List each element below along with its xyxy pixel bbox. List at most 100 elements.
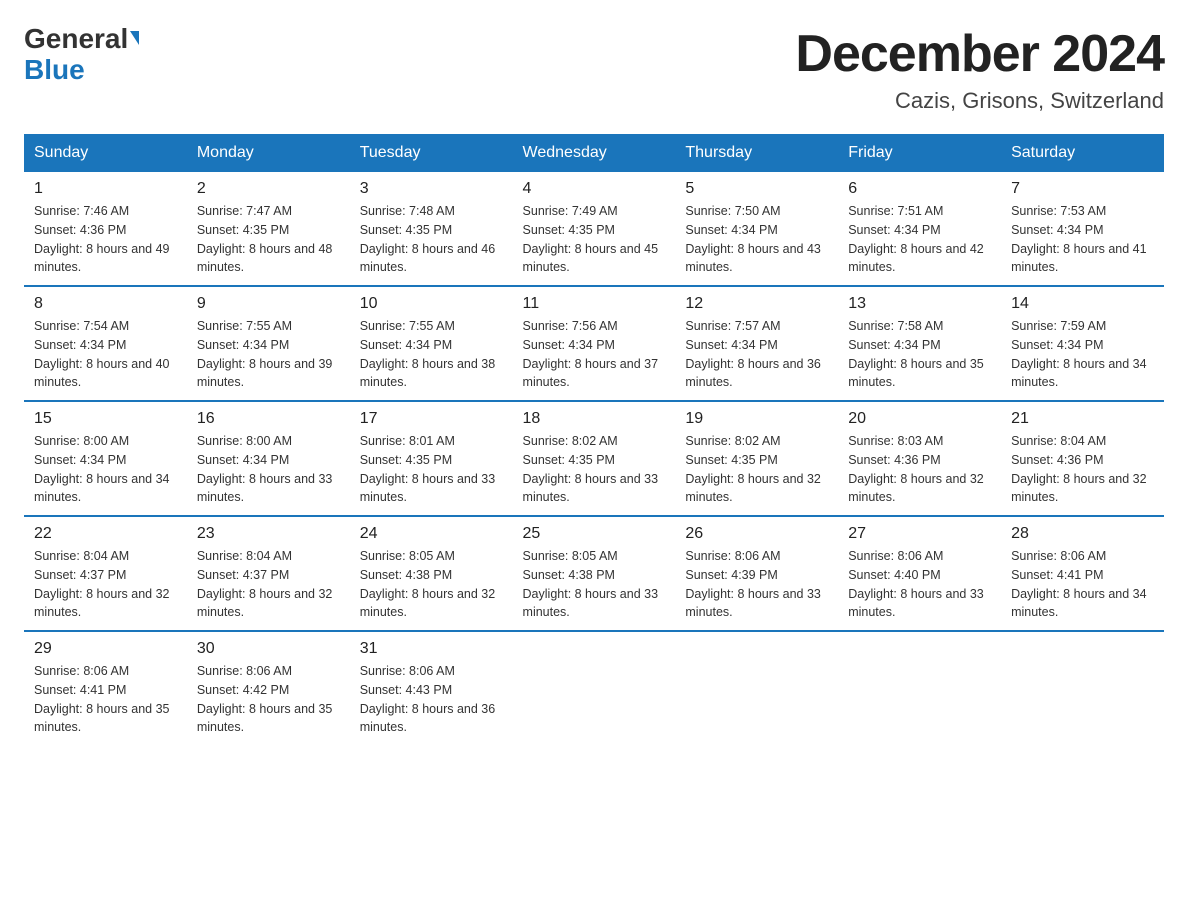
- day-info: Sunrise: 8:02 AMSunset: 4:35 PMDaylight:…: [523, 434, 659, 504]
- week-row-5: 29 Sunrise: 8:06 AMSunset: 4:41 PMDaylig…: [24, 631, 1164, 745]
- day-number: 14: [1011, 295, 1154, 313]
- day-number: 22: [34, 525, 177, 543]
- calendar-cell: [1001, 631, 1164, 745]
- day-info: Sunrise: 8:06 AMSunset: 4:43 PMDaylight:…: [360, 664, 496, 734]
- day-info: Sunrise: 8:05 AMSunset: 4:38 PMDaylight:…: [523, 549, 659, 619]
- day-number: 4: [523, 180, 666, 198]
- day-number: 24: [360, 525, 503, 543]
- day-number: 1: [34, 180, 177, 198]
- calendar-cell: 7 Sunrise: 7:53 AMSunset: 4:34 PMDayligh…: [1001, 172, 1164, 286]
- calendar-table: SundayMondayTuesdayWednesdayThursdayFrid…: [24, 134, 1164, 745]
- day-info: Sunrise: 7:57 AMSunset: 4:34 PMDaylight:…: [685, 319, 821, 389]
- month-year-title: December 2024: [795, 24, 1164, 84]
- calendar-cell: 15 Sunrise: 8:00 AMSunset: 4:34 PMDaylig…: [24, 401, 187, 516]
- day-number: 20: [848, 410, 991, 428]
- week-row-3: 15 Sunrise: 8:00 AMSunset: 4:34 PMDaylig…: [24, 401, 1164, 516]
- calendar-cell: 2 Sunrise: 7:47 AMSunset: 4:35 PMDayligh…: [187, 172, 350, 286]
- day-info: Sunrise: 7:49 AMSunset: 4:35 PMDaylight:…: [523, 204, 659, 274]
- calendar-cell: 21 Sunrise: 8:04 AMSunset: 4:36 PMDaylig…: [1001, 401, 1164, 516]
- header-day-tuesday: Tuesday: [350, 134, 513, 172]
- day-number: 31: [360, 640, 503, 658]
- calendar-cell: 29 Sunrise: 8:06 AMSunset: 4:41 PMDaylig…: [24, 631, 187, 745]
- header-day-saturday: Saturday: [1001, 134, 1164, 172]
- calendar-cell: 8 Sunrise: 7:54 AMSunset: 4:34 PMDayligh…: [24, 286, 187, 401]
- calendar-cell: 23 Sunrise: 8:04 AMSunset: 4:37 PMDaylig…: [187, 516, 350, 631]
- calendar-cell: 16 Sunrise: 8:00 AMSunset: 4:34 PMDaylig…: [187, 401, 350, 516]
- day-number: 9: [197, 295, 340, 313]
- day-info: Sunrise: 8:04 AMSunset: 4:37 PMDaylight:…: [34, 549, 170, 619]
- page-header: General Blue December 2024 Cazis, Grison…: [24, 24, 1164, 114]
- day-number: 3: [360, 180, 503, 198]
- calendar-cell: [675, 631, 838, 745]
- day-info: Sunrise: 8:05 AMSunset: 4:38 PMDaylight:…: [360, 549, 496, 619]
- header-day-monday: Monday: [187, 134, 350, 172]
- calendar-cell: 5 Sunrise: 7:50 AMSunset: 4:34 PMDayligh…: [675, 172, 838, 286]
- calendar-cell: 22 Sunrise: 8:04 AMSunset: 4:37 PMDaylig…: [24, 516, 187, 631]
- day-info: Sunrise: 7:55 AMSunset: 4:34 PMDaylight:…: [360, 319, 496, 389]
- day-number: 2: [197, 180, 340, 198]
- calendar-cell: 17 Sunrise: 8:01 AMSunset: 4:35 PMDaylig…: [350, 401, 513, 516]
- day-number: 26: [685, 525, 828, 543]
- calendar-cell: 4 Sunrise: 7:49 AMSunset: 4:35 PMDayligh…: [513, 172, 676, 286]
- calendar-cell: 6 Sunrise: 7:51 AMSunset: 4:34 PMDayligh…: [838, 172, 1001, 286]
- day-info: Sunrise: 8:03 AMSunset: 4:36 PMDaylight:…: [848, 434, 984, 504]
- calendar-body: 1 Sunrise: 7:46 AMSunset: 4:36 PMDayligh…: [24, 172, 1164, 745]
- logo-triangle-icon: [130, 31, 139, 45]
- calendar-cell: 11 Sunrise: 7:56 AMSunset: 4:34 PMDaylig…: [513, 286, 676, 401]
- location-text: Cazis, Grisons, Switzerland: [795, 88, 1164, 114]
- day-info: Sunrise: 8:04 AMSunset: 4:36 PMDaylight:…: [1011, 434, 1147, 504]
- day-info: Sunrise: 7:59 AMSunset: 4:34 PMDaylight:…: [1011, 319, 1147, 389]
- day-number: 30: [197, 640, 340, 658]
- day-info: Sunrise: 7:50 AMSunset: 4:34 PMDaylight:…: [685, 204, 821, 274]
- day-info: Sunrise: 8:06 AMSunset: 4:40 PMDaylight:…: [848, 549, 984, 619]
- calendar-cell: 14 Sunrise: 7:59 AMSunset: 4:34 PMDaylig…: [1001, 286, 1164, 401]
- day-number: 5: [685, 180, 828, 198]
- day-info: Sunrise: 8:06 AMSunset: 4:41 PMDaylight:…: [34, 664, 170, 734]
- calendar-cell: 1 Sunrise: 7:46 AMSunset: 4:36 PMDayligh…: [24, 172, 187, 286]
- week-row-1: 1 Sunrise: 7:46 AMSunset: 4:36 PMDayligh…: [24, 172, 1164, 286]
- calendar-header: SundayMondayTuesdayWednesdayThursdayFrid…: [24, 134, 1164, 172]
- calendar-cell: 20 Sunrise: 8:03 AMSunset: 4:36 PMDaylig…: [838, 401, 1001, 516]
- day-info: Sunrise: 8:06 AMSunset: 4:41 PMDaylight:…: [1011, 549, 1147, 619]
- logo-blue-text: Blue: [24, 54, 85, 85]
- day-info: Sunrise: 8:00 AMSunset: 4:34 PMDaylight:…: [197, 434, 333, 504]
- day-number: 21: [1011, 410, 1154, 428]
- day-info: Sunrise: 8:01 AMSunset: 4:35 PMDaylight:…: [360, 434, 496, 504]
- calendar-cell: 26 Sunrise: 8:06 AMSunset: 4:39 PMDaylig…: [675, 516, 838, 631]
- title-section: December 2024 Cazis, Grisons, Switzerlan…: [795, 24, 1164, 114]
- header-day-friday: Friday: [838, 134, 1001, 172]
- logo: General Blue: [24, 24, 139, 86]
- day-info: Sunrise: 8:06 AMSunset: 4:39 PMDaylight:…: [685, 549, 821, 619]
- day-number: 23: [197, 525, 340, 543]
- day-info: Sunrise: 7:56 AMSunset: 4:34 PMDaylight:…: [523, 319, 659, 389]
- day-info: Sunrise: 7:54 AMSunset: 4:34 PMDaylight:…: [34, 319, 170, 389]
- day-number: 16: [197, 410, 340, 428]
- calendar-cell: 18 Sunrise: 8:02 AMSunset: 4:35 PMDaylig…: [513, 401, 676, 516]
- day-number: 27: [848, 525, 991, 543]
- day-info: Sunrise: 8:02 AMSunset: 4:35 PMDaylight:…: [685, 434, 821, 504]
- calendar-cell: [513, 631, 676, 745]
- day-info: Sunrise: 7:46 AMSunset: 4:36 PMDaylight:…: [34, 204, 170, 274]
- day-number: 6: [848, 180, 991, 198]
- day-number: 15: [34, 410, 177, 428]
- calendar-cell: 12 Sunrise: 7:57 AMSunset: 4:34 PMDaylig…: [675, 286, 838, 401]
- day-info: Sunrise: 7:55 AMSunset: 4:34 PMDaylight:…: [197, 319, 333, 389]
- day-number: 10: [360, 295, 503, 313]
- week-row-4: 22 Sunrise: 8:04 AMSunset: 4:37 PMDaylig…: [24, 516, 1164, 631]
- day-number: 25: [523, 525, 666, 543]
- calendar-cell: 25 Sunrise: 8:05 AMSunset: 4:38 PMDaylig…: [513, 516, 676, 631]
- day-info: Sunrise: 8:04 AMSunset: 4:37 PMDaylight:…: [197, 549, 333, 619]
- day-info: Sunrise: 8:06 AMSunset: 4:42 PMDaylight:…: [197, 664, 333, 734]
- day-number: 13: [848, 295, 991, 313]
- header-row: SundayMondayTuesdayWednesdayThursdayFrid…: [24, 134, 1164, 172]
- calendar-cell: 27 Sunrise: 8:06 AMSunset: 4:40 PMDaylig…: [838, 516, 1001, 631]
- calendar-cell: 30 Sunrise: 8:06 AMSunset: 4:42 PMDaylig…: [187, 631, 350, 745]
- calendar-cell: 13 Sunrise: 7:58 AMSunset: 4:34 PMDaylig…: [838, 286, 1001, 401]
- logo-general-text: General: [24, 23, 128, 54]
- day-number: 19: [685, 410, 828, 428]
- day-number: 11: [523, 295, 666, 313]
- calendar-cell: 24 Sunrise: 8:05 AMSunset: 4:38 PMDaylig…: [350, 516, 513, 631]
- day-number: 28: [1011, 525, 1154, 543]
- calendar-cell: 31 Sunrise: 8:06 AMSunset: 4:43 PMDaylig…: [350, 631, 513, 745]
- day-info: Sunrise: 7:47 AMSunset: 4:35 PMDaylight:…: [197, 204, 333, 274]
